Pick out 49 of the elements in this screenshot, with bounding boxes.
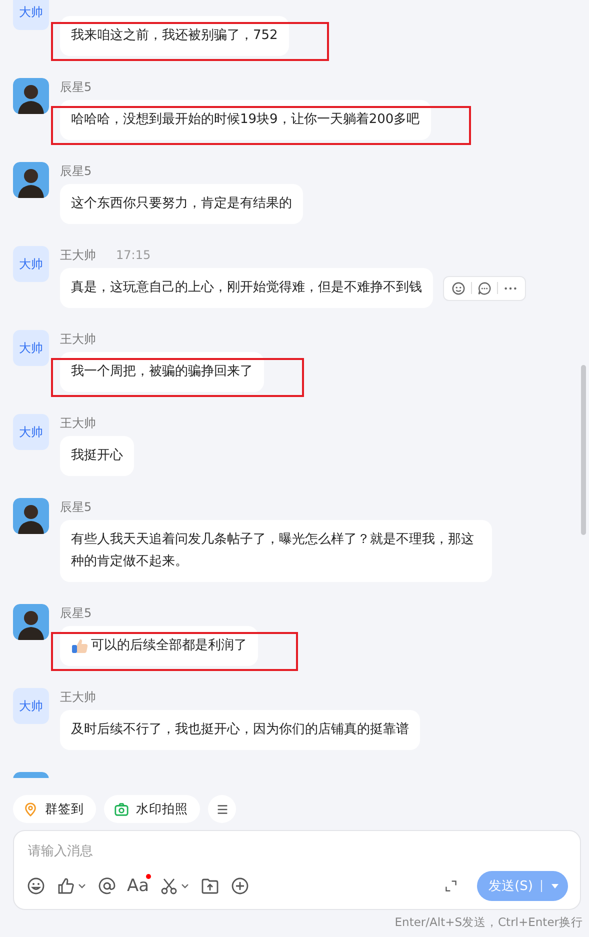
scrollbar[interactable]: [581, 365, 586, 535]
like-tool-button[interactable]: [56, 876, 87, 896]
message-bubble: 有些人我天天追着问发几条帖子了，曝光怎么样了？就是不理我，那这种的肯定做不起来。: [60, 520, 492, 582]
message-bubble: 我来咱这之前，我还被别骗了，752: [60, 16, 289, 56]
chevron-down-icon[interactable]: [180, 881, 190, 891]
upload-tool-button[interactable]: [200, 876, 220, 896]
avatar-silhouette[interactable]: [13, 604, 49, 640]
watermark-camera-button[interactable]: 水印拍照: [104, 795, 200, 823]
plus-tool-button[interactable]: [230, 876, 250, 896]
font-tool-button[interactable]: Aa: [127, 876, 150, 896]
mention-tool-button[interactable]: [97, 876, 117, 896]
emoji-add-icon[interactable]: [451, 280, 466, 296]
comment-icon[interactable]: [477, 280, 492, 296]
avatar[interactable]: 大帅: [13, 0, 49, 30]
message-time: 17:15: [116, 248, 151, 262]
sender-name: 辰星5: [60, 604, 92, 622]
avatar[interactable]: 大帅: [13, 414, 49, 450]
avatar[interactable]: 大帅: [13, 246, 49, 282]
location-pin-icon: [23, 802, 38, 816]
sender-name: 王大帅: [60, 246, 96, 264]
scissors-tool-button[interactable]: [159, 876, 190, 896]
avatar[interactable]: 大帅: [13, 688, 49, 724]
shortcut-hint: Enter/Alt+S发送，Ctrl+Enter换行: [394, 915, 583, 930]
message-input[interactable]: 请输入消息: [26, 841, 568, 862]
avatar-silhouette[interactable]: [13, 162, 49, 198]
message-bubble: 及时后续不行了，我也挺开心，因为你们的店铺真的挺靠谱: [60, 710, 420, 750]
message-bubble: 这个东西你只要努力，肯定是有结果的: [60, 184, 303, 224]
avatar[interactable]: 大帅: [13, 330, 49, 366]
sender-name: 辰星5: [60, 498, 92, 516]
message-bubble: 我一个周把，被骗的骗挣回来了: [60, 352, 264, 392]
chevron-down-icon[interactable]: [77, 881, 87, 891]
message-input-field[interactable]: 请输入消息 Aa 发送(S): [13, 830, 581, 910]
message-bubble: 可以的后续全部都是利润了: [60, 626, 258, 666]
emoji-tool-button[interactable]: [26, 876, 46, 896]
avatar-silhouette[interactable]: [13, 78, 49, 114]
sender-name: 辰星5: [60, 162, 92, 180]
send-button[interactable]: 发送(S): [476, 871, 568, 901]
check-in-button[interactable]: 群签到: [13, 795, 96, 823]
camera-icon: [114, 802, 129, 816]
message-bubble: 真是，这玩意自己的上心，刚开始觉得难，但是不难挣不到钱: [60, 268, 433, 308]
message-bubble: 哈哈哈，没想到最开始的时候19块9，让你一天躺着200多吧: [60, 100, 431, 140]
expand-icon[interactable]: [442, 878, 459, 894]
message-bubble: 我挺开心: [60, 436, 134, 476]
sender-name: 王大帅: [60, 688, 96, 706]
sender-name: 辰星5: [60, 78, 92, 96]
avatar-silhouette[interactable]: [13, 498, 49, 534]
sender-name: 王大帅: [60, 414, 96, 432]
menu-button[interactable]: [208, 795, 236, 823]
sender-name: 王大帅: [60, 330, 96, 348]
